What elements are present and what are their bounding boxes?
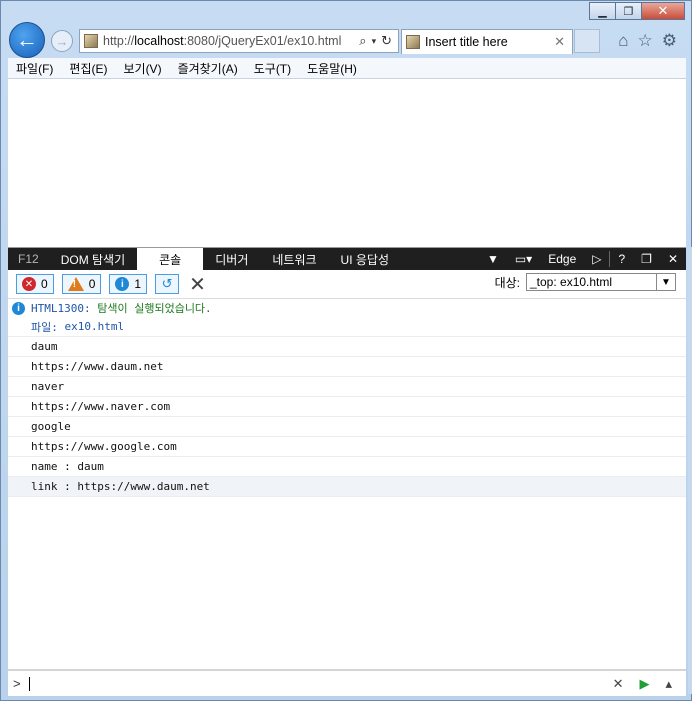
url-prefix: http:// — [103, 34, 135, 48]
close-window-button[interactable]: ✕ — [641, 2, 685, 20]
tab-debugger[interactable]: 디버거 — [203, 248, 260, 270]
menu-favorites[interactable]: 즐겨찾기(A) — [170, 60, 246, 77]
file-link[interactable]: ex10.html — [65, 320, 125, 333]
page-content — [8, 79, 686, 247]
prompt-icon: > — [13, 676, 21, 691]
info-filter-button[interactable]: i 1 — [109, 274, 148, 294]
minimize-button[interactable]: ▁ — [589, 2, 616, 20]
url-host: localhost — [134, 34, 184, 48]
f12-label: F12 — [18, 252, 39, 266]
clear-on-navigate-button[interactable]: ↺ — [155, 274, 180, 294]
url-path: :8080/jQueryEx01/ex10.html — [183, 34, 342, 48]
target-value: _top: ex10.html — [530, 275, 613, 289]
home-icon[interactable]: ⌂ — [618, 31, 628, 51]
message-file: 파일: ex10.html — [8, 317, 686, 337]
log-line: link : https://www.daum.net — [8, 477, 686, 497]
console-toolbar: ✕ 0 ! 0 i 1 ↺ ✕ 대상: _top: ex10.html ▼ — [8, 270, 686, 299]
log-line: name : daum — [8, 457, 686, 477]
devtools-tab-bar: F12 DOM 탐색기 콘솔 디버거 네트워크 UI 응답성 ▼ ▭▾ Edge… — [8, 248, 686, 270]
chevron-down-icon: ▼ — [656, 274, 675, 290]
tab-dom-explorer[interactable]: DOM 탐색기 — [49, 248, 137, 270]
tab-favicon-icon — [406, 35, 420, 49]
info-icon: i — [115, 277, 130, 291]
devtools-panel: F12 DOM 탐색기 콘솔 디버거 네트워크 UI 응답성 ▼ ▭▾ Edge… — [8, 247, 686, 673]
log-line: google — [8, 417, 686, 437]
target-dropdown[interactable]: _top: ex10.html ▼ — [526, 273, 676, 291]
console-input-bar[interactable]: > ✕ ▶ ▴ — [8, 669, 686, 696]
search-icon[interactable]: ⌕ — [359, 33, 366, 49]
window-controls: ▁ ❐ ✕ — [589, 2, 685, 20]
text-cursor — [28, 676, 30, 691]
info-count: 1 — [134, 277, 142, 291]
browser-window: ▁ ❐ ✕ ← → http://localhost:8080/jQueryEx… — [0, 0, 692, 701]
forward-button[interactable]: → — [51, 30, 73, 52]
dropdown-arrow-icon[interactable]: ▾ — [372, 36, 377, 47]
refresh-icon[interactable]: ↻ — [381, 33, 392, 49]
tab-title: Insert title here — [425, 35, 508, 49]
console-toggle-icon[interactable]: ▷ — [584, 248, 609, 270]
browser-tab[interactable]: Insert title here ✕ — [401, 29, 573, 54]
new-tab-button[interactable] — [574, 29, 600, 53]
forward-arrow-icon: → — [55, 33, 69, 49]
log-line: https://www.naver.com — [8, 397, 686, 417]
log-line: https://www.google.com — [8, 437, 686, 457]
undock-icon[interactable]: ❐ — [633, 248, 660, 270]
menu-tools[interactable]: 도구(T) — [246, 60, 299, 77]
maximize-button[interactable]: ❐ — [615, 2, 642, 20]
warning-icon: ! — [67, 277, 84, 291]
errors-count: 0 — [41, 277, 48, 291]
log-line: naver — [8, 377, 686, 397]
menu-view[interactable]: 보기(V) — [115, 60, 169, 77]
clear-input-icon[interactable]: ✕ — [613, 676, 624, 692]
error-icon: ✕ — [22, 277, 36, 291]
favorites-star-icon[interactable]: ☆ — [638, 31, 653, 51]
document-mode[interactable]: Edge — [540, 248, 584, 270]
tab-close-icon[interactable]: ✕ — [554, 34, 565, 50]
emulation-icon[interactable]: ▭▾ — [507, 248, 540, 270]
tab-network[interactable]: 네트워크 — [260, 248, 328, 270]
log-line: https://www.daum.net — [8, 357, 686, 377]
back-button[interactable]: ← — [9, 22, 45, 58]
errors-filter-button[interactable]: ✕ 0 — [16, 274, 54, 294]
clear-console-icon[interactable]: ✕ — [189, 272, 206, 297]
target-selector: 대상: _top: ex10.html ▼ — [495, 273, 676, 291]
warnings-filter-button[interactable]: ! 0 — [61, 274, 102, 294]
tab-console[interactable]: 콘솔 — [137, 248, 204, 270]
message-code: HTML1300: — [31, 301, 91, 315]
warnings-count: 0 — [88, 277, 96, 291]
more-tools-icon[interactable]: ▼ — [479, 248, 507, 270]
help-button[interactable]: ? — [610, 248, 633, 270]
run-icon[interactable]: ▶ — [639, 676, 649, 692]
target-label: 대상: — [494, 275, 520, 290]
settings-gear-icon[interactable]: ⚙ — [662, 31, 677, 51]
menu-edit[interactable]: 편집(E) — [61, 60, 115, 77]
window-edge-scrollbar — [688, 247, 692, 694]
log-line: daum — [8, 337, 686, 357]
expand-icon[interactable]: ▴ — [665, 676, 672, 692]
page-favicon-icon — [84, 34, 98, 48]
tab-ui-responsiveness[interactable]: UI 응답성 — [329, 248, 401, 270]
file-label: 파일: — [31, 320, 58, 334]
menu-help[interactable]: 도움말(H) — [299, 60, 365, 77]
info-icon: i — [12, 301, 25, 315]
back-arrow-icon: ← — [16, 27, 38, 52]
menu-bar: 파일(F) 편집(E) 보기(V) 즐겨찾기(A) 도구(T) 도움말(H) — [8, 58, 686, 79]
close-devtools-button[interactable]: ✕ — [660, 248, 686, 270]
menu-file[interactable]: 파일(F) — [8, 60, 61, 77]
console-output: i HTML1300: 탐색이 실행되었습니다. 파일: ex10.html d… — [8, 299, 686, 497]
address-bar[interactable]: http://localhost:8080/jQueryEx01/ex10.ht… — [79, 29, 399, 53]
console-message: i HTML1300: 탐색이 실행되었습니다. — [8, 299, 686, 317]
message-text: 탐색이 실행되었습니다. — [97, 302, 212, 315]
clear-on-navigate-icon: ↺ — [161, 276, 173, 291]
